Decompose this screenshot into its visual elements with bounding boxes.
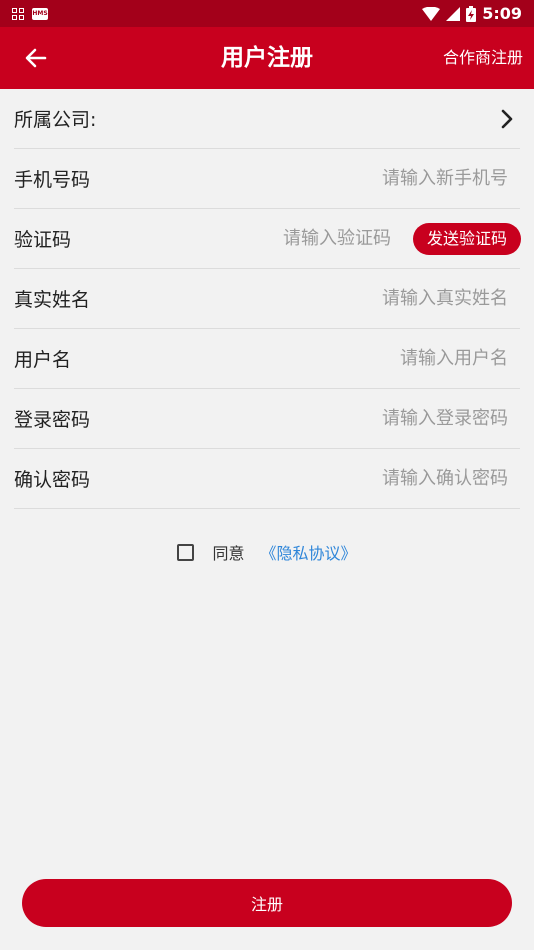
realname-row: 真实姓名 bbox=[14, 269, 520, 329]
clock-time: 5:09 bbox=[482, 4, 522, 23]
code-input[interactable] bbox=[190, 228, 391, 249]
code-wrap: 发送验证码 bbox=[190, 222, 521, 255]
hms-badge: HMS bbox=[32, 7, 48, 20]
username-input[interactable] bbox=[248, 348, 508, 369]
app-bar: 用户注册 合作商注册 bbox=[0, 27, 534, 89]
status-right: 5:09 bbox=[422, 4, 522, 23]
phone-label: 手机号码 bbox=[14, 169, 91, 191]
password-label: 登录密码 bbox=[14, 409, 91, 431]
register-button[interactable]: 注册 bbox=[22, 879, 512, 927]
code-label: 验证码 bbox=[14, 229, 72, 251]
company-label: 所属公司: bbox=[14, 109, 97, 131]
partner-register-button[interactable]: 合作商注册 bbox=[443, 27, 523, 89]
app-grid-icon bbox=[12, 7, 24, 20]
arrow-left-icon bbox=[25, 48, 47, 68]
realname-input[interactable] bbox=[248, 288, 508, 309]
register-form: 所属公司: 手机号码 验证码 发送验证码 真实姓名 用户名 登录密码 确认密码 bbox=[14, 89, 521, 509]
code-row: 验证码 发送验证码 bbox=[14, 209, 521, 269]
company-row[interactable]: 所属公司: bbox=[14, 89, 520, 149]
phone-row: 手机号码 bbox=[14, 149, 520, 209]
privacy-link[interactable]: 《隐私协议》 bbox=[261, 540, 357, 564]
username-row: 用户名 bbox=[14, 329, 520, 389]
confirm-password-input[interactable] bbox=[248, 468, 508, 489]
password-input[interactable] bbox=[248, 408, 508, 429]
back-button[interactable] bbox=[20, 43, 52, 73]
send-code-button[interactable]: 发送验证码 bbox=[412, 222, 521, 255]
confirm-password-row: 确认密码 bbox=[14, 449, 520, 509]
phone-input[interactable] bbox=[248, 168, 508, 189]
password-row: 登录密码 bbox=[14, 389, 520, 449]
confirm-password-label: 确认密码 bbox=[14, 469, 91, 491]
chevron-right-icon[interactable] bbox=[500, 109, 514, 129]
agree-text: 同意 bbox=[212, 544, 245, 563]
wifi-icon bbox=[422, 6, 441, 21]
username-label: 用户名 bbox=[14, 349, 72, 371]
battery-icon bbox=[466, 5, 477, 22]
status-left: HMS bbox=[12, 7, 48, 20]
agreement-row: 同意 《隐私协议》 bbox=[0, 539, 534, 565]
agree-checkbox[interactable] bbox=[177, 543, 195, 561]
realname-label: 真实姓名 bbox=[14, 289, 91, 311]
status-bar: HMS 5:09 bbox=[0, 0, 534, 27]
signal-icon bbox=[446, 6, 461, 21]
